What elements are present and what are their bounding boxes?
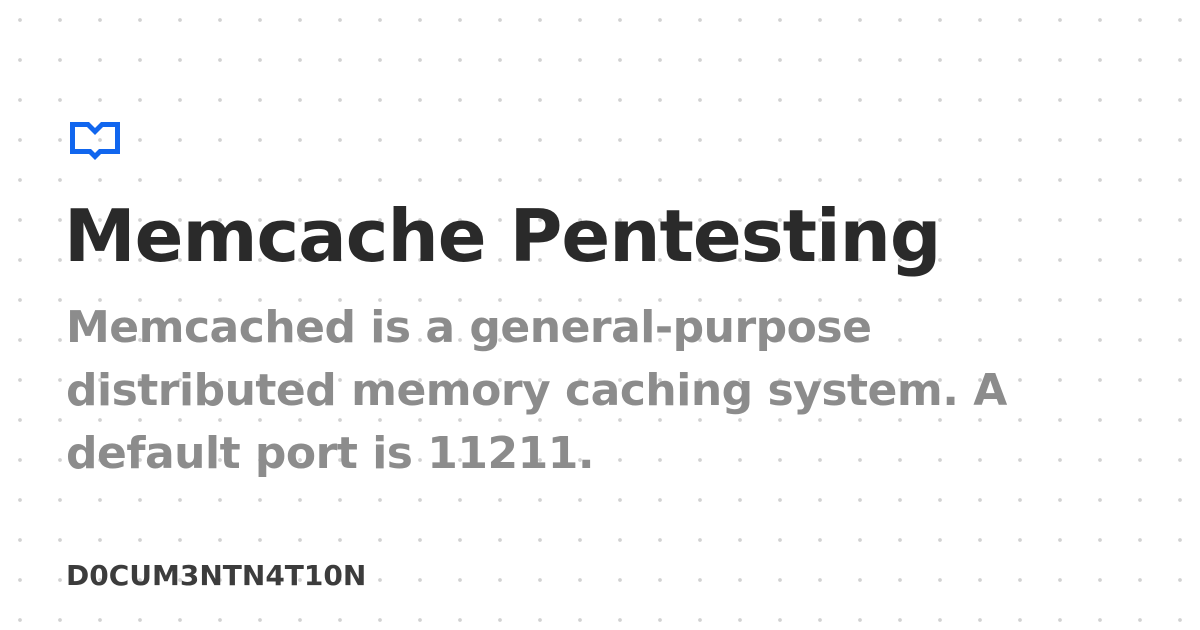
site-name: D0CUM3NTN4T10N <box>66 559 367 592</box>
book-chat-icon <box>70 122 120 160</box>
page-title: Memcache Pentesting <box>64 194 941 278</box>
page-description: Memcached is a general-purpose distribut… <box>66 302 1007 479</box>
social-card: Memcache Pentesting Memcached is a gener… <box>0 0 1200 630</box>
